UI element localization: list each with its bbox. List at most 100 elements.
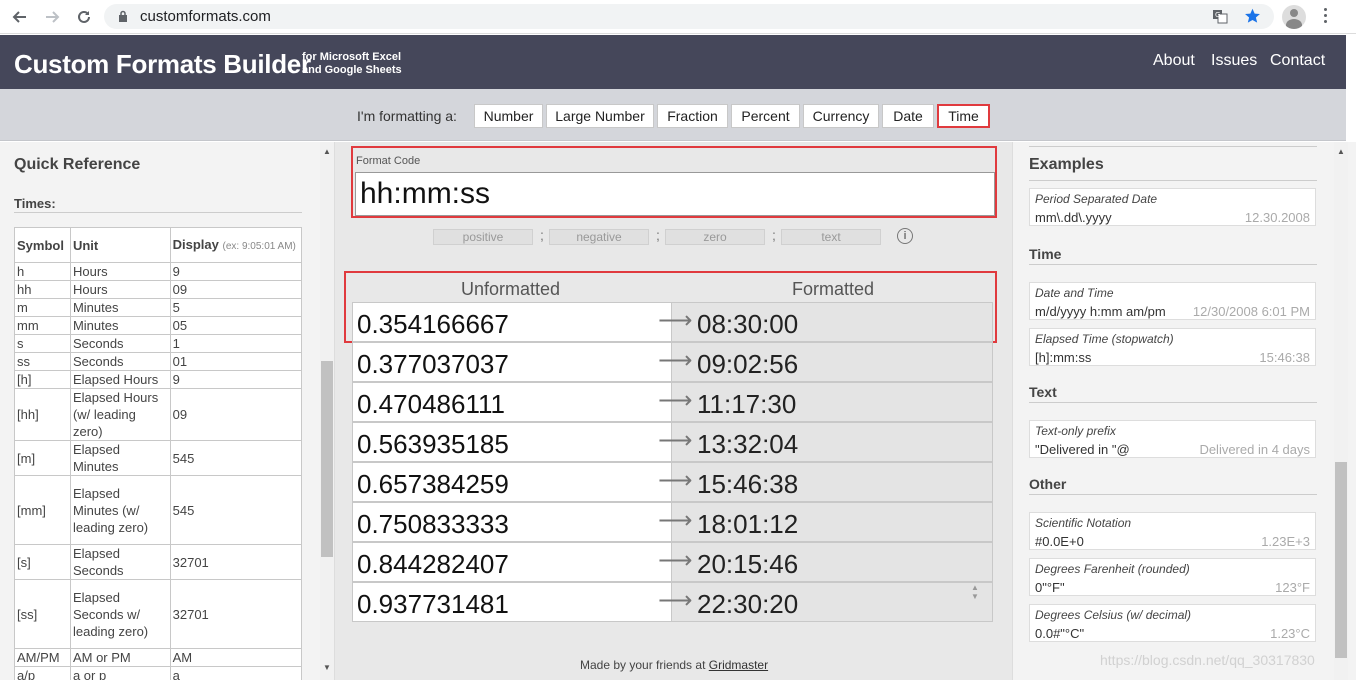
cell-unit: Seconds <box>69 334 171 353</box>
example-code: m/d/yyyy h:mm am/pm <box>1035 304 1166 319</box>
reference-table: Symbol Unit Display (ex: 9:05:01 AM) h Ho… <box>14 227 303 680</box>
example-card[interactable]: Period Separated Date mm\.dd\.yyyy 12.30.2… <box>1029 188 1316 226</box>
unformatted-value-input[interactable]: 0.657384259 <box>352 462 672 502</box>
unformatted-value-input[interactable]: 0.377037037 <box>352 342 672 382</box>
example-result: 1.23°C <box>1270 626 1310 641</box>
arrow-right-icon: ⟶ <box>658 547 693 574</box>
back-arrow-icon[interactable] <box>8 5 32 29</box>
star-icon[interactable] <box>1244 8 1261 29</box>
example-result: 123°F <box>1275 580 1310 595</box>
unformatted-value-input[interactable]: 0.354166667 <box>352 302 672 342</box>
type-number-button[interactable]: Number <box>474 104 543 128</box>
section-zero[interactable]: zero <box>665 229 765 245</box>
kebab-menu-icon[interactable] <box>1324 8 1328 26</box>
section-negative[interactable]: negative <box>549 229 649 245</box>
cell-display: 01 <box>169 352 303 371</box>
stepper-icon[interactable]: ▲ ▼ <box>971 583 979 601</box>
table-row: [mm] Elapsed Minutes (w/ leading zero) 545 <box>14 475 303 545</box>
format-code-input[interactable] <box>355 172 995 216</box>
examples-title: Examples <box>1029 156 1104 173</box>
type-large-number-button[interactable]: Large Number <box>546 104 654 128</box>
quick-reference-panel: Quick Reference Times: Symbol Unit Displ… <box>0 142 335 680</box>
brand-title[interactable]: Custom Formats Builder <box>14 49 311 80</box>
cell-display: 09 <box>169 280 303 299</box>
left-scrollbar-thumb[interactable] <box>321 361 333 557</box>
table-row: hh Hours 09 <box>14 280 303 299</box>
cell-unit: Elapsed Minutes (w/ leading zero) <box>69 475 171 545</box>
format-type-bar: I'm formatting a: Number Large Number Fr… <box>0 89 1346 141</box>
scroll-down-icon[interactable]: ▼ <box>323 663 331 672</box>
forward-arrow-icon[interactable] <box>40 5 64 29</box>
example-result: 15:46:38 <box>1259 350 1310 365</box>
table-row: [h] Elapsed Hours 9 <box>14 370 303 389</box>
table-row: [hh] Elapsed Hours (w/ leading zero) 09 <box>14 388 303 441</box>
nav-contact[interactable]: Contact <box>1270 52 1325 70</box>
svg-text:G: G <box>1215 11 1220 19</box>
right-scrollbar-thumb[interactable] <box>1335 462 1347 658</box>
unformatted-value-input[interactable]: 0.937731481 <box>352 582 672 622</box>
avatar-icon[interactable] <box>1282 5 1306 29</box>
unformatted-value-input[interactable]: 0.470486111 <box>352 382 672 422</box>
arrow-right-icon: ⟶ <box>658 507 693 534</box>
cell-symbol: [ss] <box>14 579 71 649</box>
example-name: Period Separated Date <box>1035 192 1158 206</box>
type-fraction-button[interactable]: Fraction <box>657 104 728 128</box>
nav-issues[interactable]: Issues <box>1211 52 1257 70</box>
example-card[interactable]: Elapsed Time (stopwatch) [h]:mm:ss 15:46:3… <box>1029 328 1316 366</box>
example-name: Date and Time <box>1035 286 1114 300</box>
unformatted-value-input[interactable]: 0.750833333 <box>352 502 672 542</box>
gridmaster-link[interactable]: Gridmaster <box>709 658 768 672</box>
cell-unit: Elapsed Minutes <box>69 440 171 476</box>
table-row: [s] Elapsed Seconds 32701 <box>14 544 303 580</box>
cell-unit: Minutes <box>69 298 171 317</box>
reload-icon[interactable] <box>72 5 96 29</box>
divider <box>1029 146 1317 147</box>
examples-section-title: Text <box>1029 384 1057 400</box>
cell-symbol: h <box>14 262 71 281</box>
example-card[interactable]: Degrees Celsius (w/ decimal) 0.0#"°C" 1.23… <box>1029 604 1316 642</box>
cell-unit: AM or PM <box>69 648 171 667</box>
scroll-up-icon[interactable]: ▲ <box>1337 147 1345 156</box>
type-date-button[interactable]: Date <box>882 104 934 128</box>
type-currency-button[interactable]: Currency <box>803 104 879 128</box>
example-card[interactable]: Text-only prefix "Delivered in "@ Delivere… <box>1029 420 1316 458</box>
cell-display: 32701 <box>169 544 303 580</box>
divider <box>1029 494 1317 495</box>
cell-symbol: [s] <box>14 544 71 580</box>
section-positive[interactable]: positive <box>433 229 533 245</box>
example-card[interactable]: Degrees Farenheit (rounded) 0"°F" 123°F <box>1029 558 1316 596</box>
url-text: customformats.com <box>140 8 271 25</box>
cell-display: 545 <box>169 475 303 545</box>
table-row: [m] Elapsed Minutes 545 <box>14 440 303 476</box>
unformatted-value-input[interactable]: 0.563935185 <box>352 422 672 462</box>
example-card[interactable]: Date and Time m/d/yyyy h:mm am/pm 12/30/20… <box>1029 282 1316 320</box>
conversion-row: 0.937731481 22:30:20 ⟶ <box>352 582 993 622</box>
divider <box>1029 264 1317 265</box>
cell-display: 545 <box>169 440 303 476</box>
address-bar[interactable]: customformats.com G <box>104 4 1274 29</box>
type-time-button[interactable]: Time <box>937 104 990 128</box>
type-percent-button[interactable]: Percent <box>731 104 800 128</box>
info-icon[interactable]: i <box>897 228 913 244</box>
unformatted-value-input[interactable]: 0.844282407 <box>352 542 672 582</box>
translate-icon[interactable]: G <box>1212 8 1228 29</box>
formatted-value: 20:15:46 <box>672 542 993 582</box>
section-separator: ; <box>772 227 776 243</box>
example-result: 12/30/2008 6:01 PM <box>1192 304 1310 319</box>
scroll-up-icon[interactable]: ▲ <box>323 147 331 156</box>
nav-about[interactable]: About <box>1153 52 1195 70</box>
section-text[interactable]: text <box>781 229 881 245</box>
cell-display: 32701 <box>169 579 303 649</box>
example-code: 0"°F" <box>1035 580 1065 595</box>
browser-toolbar: customformats.com G <box>0 0 1356 34</box>
type-label: I'm formatting a: <box>357 108 457 124</box>
lock-icon <box>118 10 128 28</box>
examples-section-title: Time <box>1029 246 1062 262</box>
formatted-value: 13:32:04 <box>672 422 993 462</box>
example-card[interactable]: Scientific Notation #0.0E+0 1.23E+3 <box>1029 512 1316 550</box>
quick-reference-title: Quick Reference <box>14 156 141 173</box>
arrow-right-icon: ⟶ <box>658 587 693 614</box>
unformatted-header: Unformatted <box>461 279 561 299</box>
brand-subtitle: for Microsoft Excel and Google Sheets <box>302 51 402 76</box>
example-name: Degrees Farenheit (rounded) <box>1035 562 1190 576</box>
